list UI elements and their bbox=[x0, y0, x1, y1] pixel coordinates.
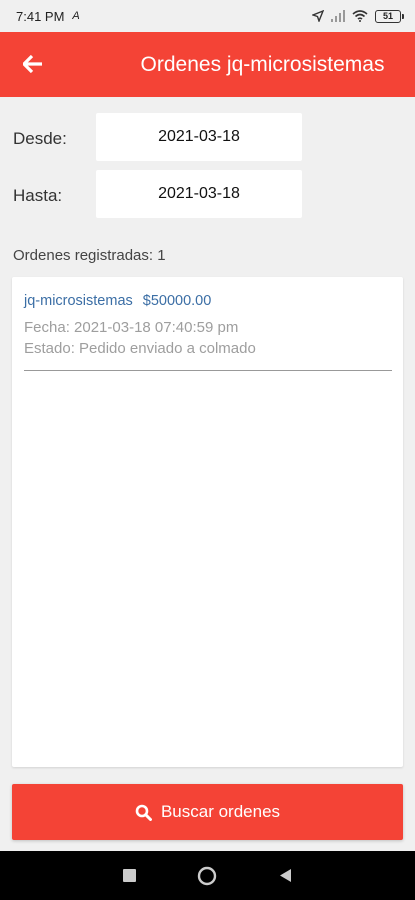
order-date: Fecha: 2021-03-18 07:40:59 pm bbox=[24, 319, 239, 336]
recents-button[interactable] bbox=[109, 856, 149, 896]
orders-count: Ordenes registradas: 1 bbox=[13, 247, 166, 264]
order-header: jq-microsistemas $50000.00 bbox=[24, 293, 392, 313]
page-title: Ordenes jq-microsistemas bbox=[140, 52, 385, 76]
nav-back-button[interactable] bbox=[266, 856, 306, 896]
status-right: 51 bbox=[312, 9, 404, 23]
home-button[interactable] bbox=[187, 856, 227, 896]
location-icon bbox=[312, 10, 324, 22]
orders-list: jq-microsistemas $50000.00 Fecha: 2021-0… bbox=[12, 277, 403, 767]
status-left: 7:41 PM A bbox=[16, 9, 80, 24]
font-icon: A bbox=[72, 10, 80, 22]
from-date-field[interactable]: 2021-03-18 bbox=[96, 113, 302, 161]
wifi-icon bbox=[352, 10, 368, 22]
order-amount: $50000.00 bbox=[142, 293, 212, 309]
to-label: Hasta: bbox=[13, 186, 63, 205]
status-time: 7:41 PM bbox=[16, 8, 65, 24]
app-bar: Ordenes jq-microsistemas bbox=[0, 32, 415, 97]
circle-icon bbox=[198, 866, 217, 885]
list-item[interactable]: jq-microsistemas $50000.00 Fecha: 2021-0… bbox=[24, 293, 392, 371]
battery-level: 51 bbox=[382, 11, 393, 21]
square-icon bbox=[122, 869, 136, 882]
back-button[interactable] bbox=[14, 45, 52, 83]
search-orders-label: Buscar ordenes bbox=[160, 802, 281, 821]
order-status: Estado: Pedido enviado a colmado bbox=[24, 340, 256, 357]
signal-icon bbox=[331, 10, 345, 22]
order-store: jq-microsistemas bbox=[24, 293, 133, 309]
arrow-left-icon bbox=[23, 55, 42, 73]
system-nav-bar bbox=[0, 851, 415, 900]
status-bar: 7:41 PM A 51 bbox=[0, 0, 415, 32]
battery-icon: 51 bbox=[375, 9, 404, 23]
from-label: Desde: bbox=[13, 129, 67, 148]
search-icon bbox=[135, 804, 152, 821]
triangle-back-icon bbox=[280, 869, 292, 882]
search-orders-button[interactable]: Buscar ordenes bbox=[12, 784, 403, 840]
to-date-field[interactable]: 2021-03-18 bbox=[96, 170, 302, 218]
